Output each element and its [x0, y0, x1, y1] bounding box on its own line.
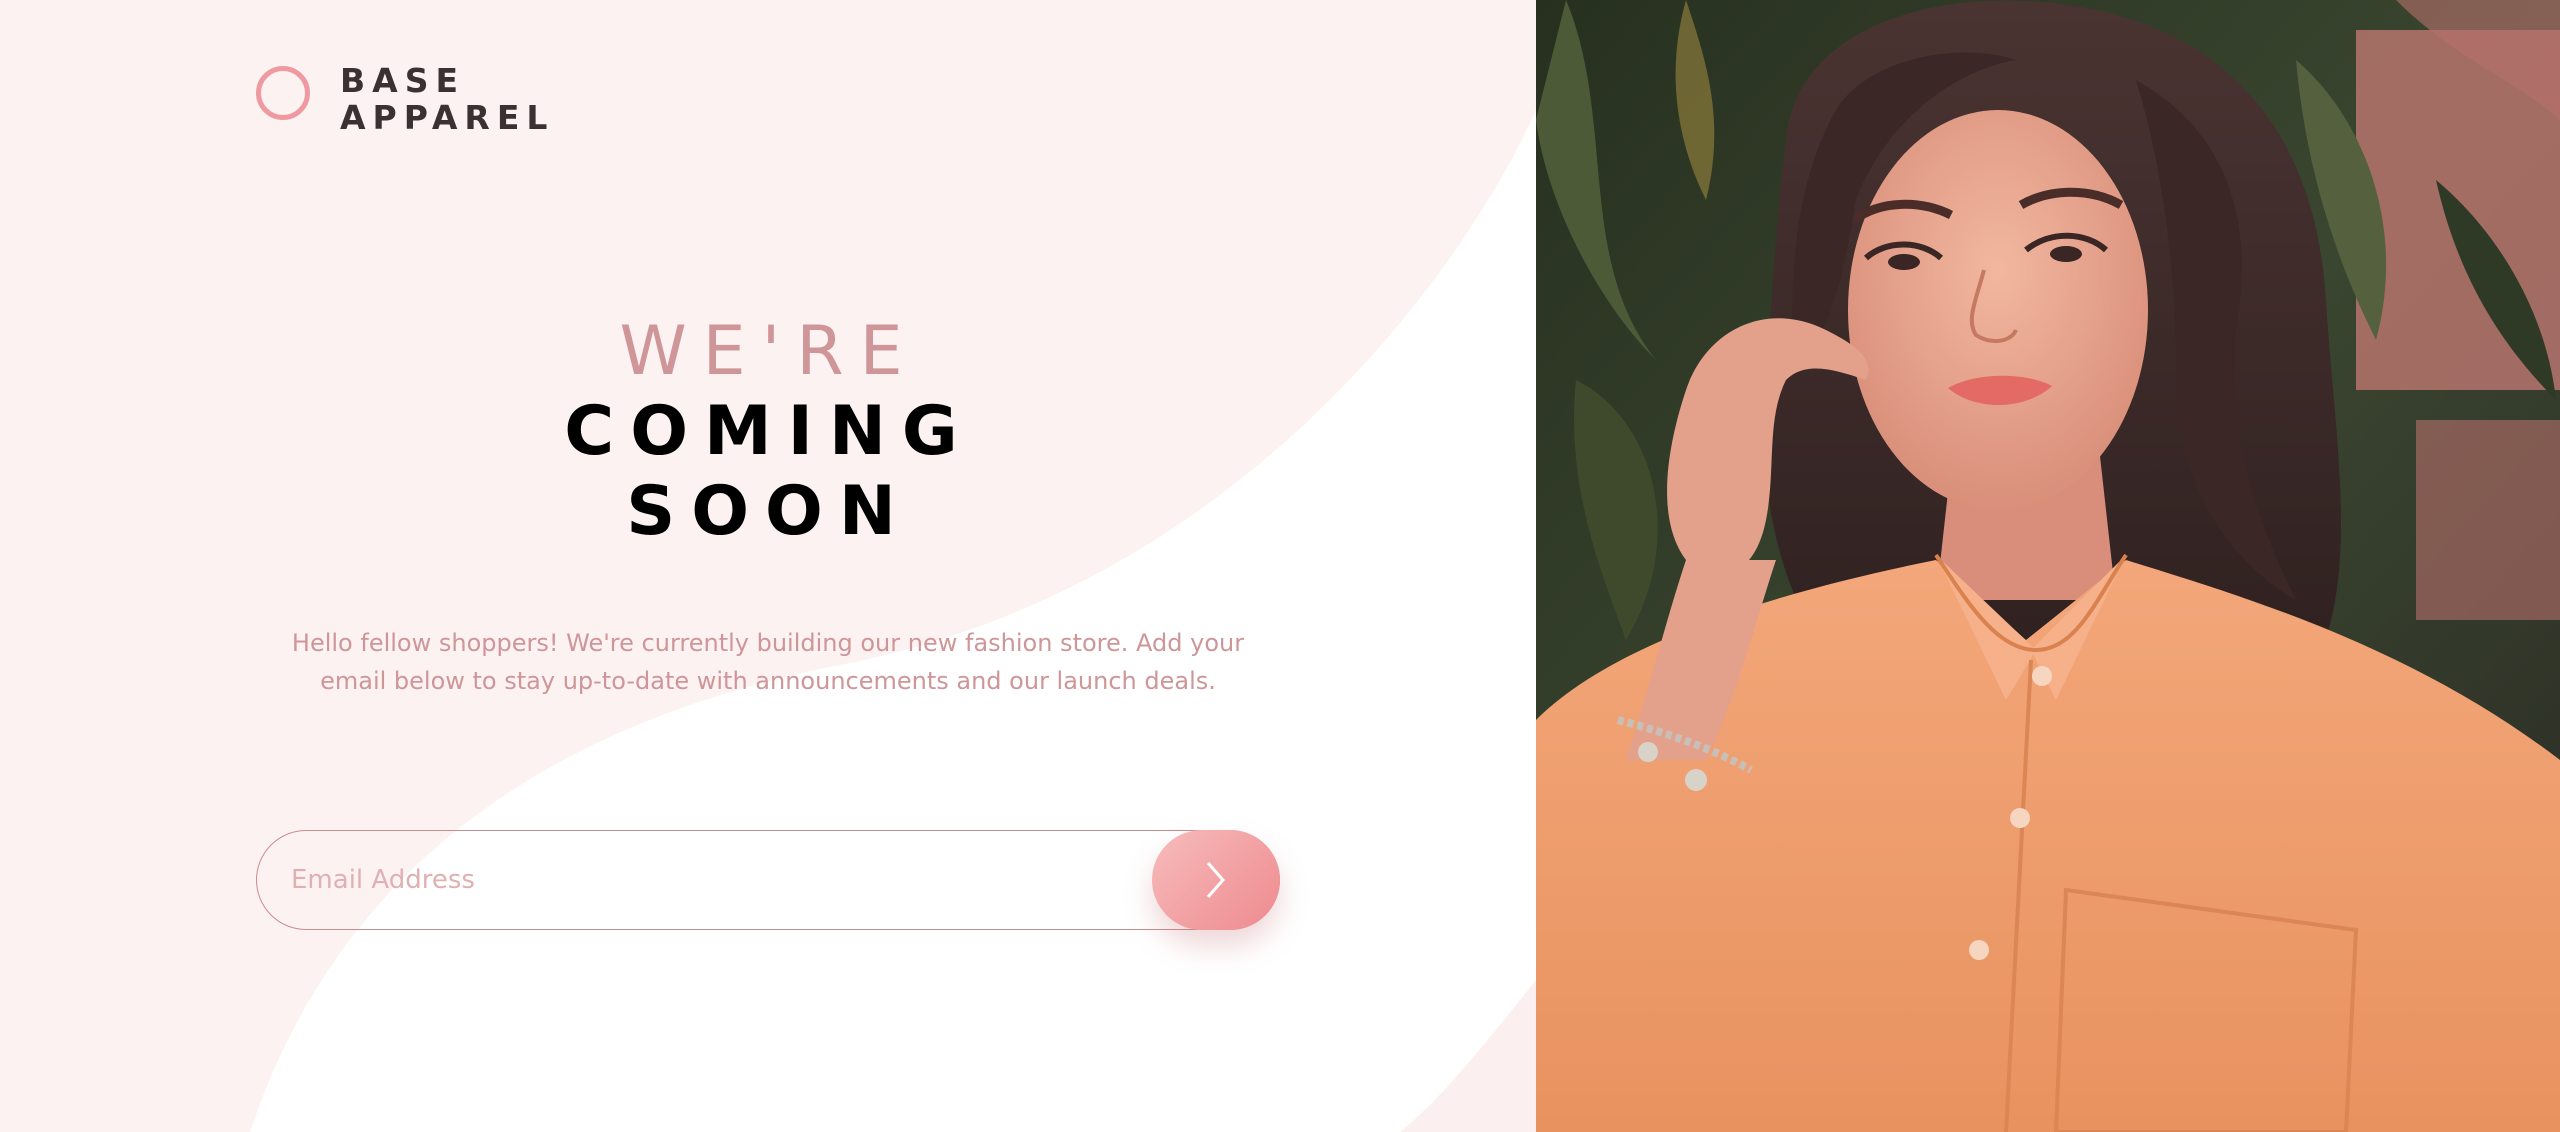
- brand-name-line2: APPAREL: [340, 98, 555, 137]
- brand-name: BASE APPAREL: [340, 62, 554, 136]
- content-panel: BASE APPAREL WE'RE COMING SOON Hello fel…: [0, 0, 1536, 1132]
- email-input[interactable]: [256, 830, 1280, 930]
- background-pattern: [0, 0, 1536, 1132]
- logo-circle-icon: [256, 66, 310, 120]
- coming-soon-page: BASE APPAREL WE'RE COMING SOON Hello fel…: [0, 0, 2560, 1132]
- headline-line2: COMING: [564, 392, 974, 471]
- headline-line3: SOON: [626, 472, 912, 551]
- submit-button[interactable]: [1152, 830, 1280, 930]
- headline-line1: WE'RE: [619, 312, 919, 391]
- page-title: WE'RE COMING SOON: [390, 312, 1132, 552]
- hero-image: [1536, 0, 2560, 1132]
- signup-form: [256, 830, 1280, 930]
- woman-in-peach-shirt-photo: [1536, 0, 2560, 1132]
- brand-name-line1: BASE: [340, 61, 466, 100]
- chevron-right-icon: [1206, 862, 1226, 898]
- intro-text: Hello fellow shoppers! We're currently b…: [291, 629, 1245, 695]
